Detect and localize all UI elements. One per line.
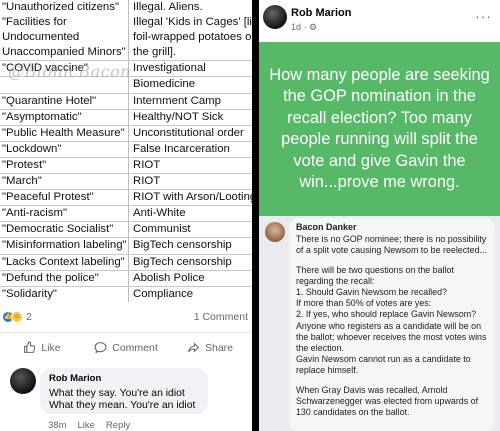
post-timestamp[interactable]: 1d · ⚙ — [291, 22, 317, 33]
commenter-name[interactable]: Rob Marion — [49, 373, 199, 386]
meme-table-row: "Solidarity" Compliance — [0, 286, 252, 302]
what-they-say-cell: "Lacks Context labeling" — [0, 254, 129, 270]
comment-label: Comment — [112, 341, 158, 354]
reply-section: Bacon Danker There is no GOP nominee; th… — [259, 216, 500, 431]
what-they-say-cell: "Asymptomatic" — [0, 109, 129, 125]
comment-line-2: What they mean. You're an idiot — [49, 400, 196, 411]
share-button[interactable]: Share — [168, 333, 252, 362]
reply-paragraph-2: There will be two questions on the ballo… — [296, 264, 487, 376]
what-they-mean-cell: Illegal 'Kids in Cages' [like — [133, 16, 252, 29]
what-they-say-cell: "Quarantine Hotel" — [0, 93, 129, 109]
meme-table-row: "Asymptomatic" Healthy/NOT Sick — [0, 109, 252, 126]
meme-table: "Unauthorized citizens" Illegal. Aliens. "… — [0, 0, 252, 302]
what-they-mean-cell: BigTech censorship — [133, 255, 232, 268]
what-they-say-cell: "Public Health Measure" — [0, 125, 129, 141]
reply-bubble: Bacon Danker There is no GOP nominee; th… — [289, 218, 495, 431]
what-they-say-cell: "Unauthorized citizens" — [0, 0, 129, 16]
meme-table-row: "Unauthorized citizens" Illegal. Aliens. — [0, 0, 252, 16]
what-they-mean-cell: Investigational — [133, 62, 206, 75]
what-they-mean-cell: Anti-White — [133, 207, 186, 220]
what-they-say-cell: "Misinformation labeling" — [0, 238, 129, 254]
commenter-avatar[interactable] — [10, 368, 36, 394]
what-they-mean-cell: Communist — [133, 223, 191, 236]
meme-table-row: "Lacks Context labeling" BigTech censorsh… — [0, 254, 252, 271]
meme-table-row: Unaccompanied Minors" the grill]. — [0, 45, 252, 62]
what-they-mean-cell: RIOT — [133, 175, 161, 188]
meme-table-row: "Peaceful Protest" RIOT with Arson/Lootin… — [0, 190, 252, 207]
meme-table-row: "March" RIOT — [0, 174, 252, 191]
post-card-text: How many people are seeking the GOP nomi… — [269, 65, 490, 192]
comment-bubble: Rob Marion What they say. You're an idio… — [40, 368, 208, 414]
meme-table-row: "Democratic Socialist" Communist — [0, 222, 252, 239]
what-they-mean-cell: BigTech censorship — [133, 239, 232, 252]
left-post-panel: "Unauthorized citizens" Illegal. Aliens. "… — [0, 0, 252, 431]
haha-reaction-icon: ☺ — [11, 311, 23, 323]
meme-table-row: "Anti-racism" Anti-White — [0, 206, 252, 223]
what-they-say-cell: "Defund the police" — [0, 270, 129, 286]
what-they-say-cell: "Facilities for — [0, 15, 129, 31]
what-they-mean-cell: RIOT — [133, 158, 161, 171]
what-they-mean-cell: Illegal. Aliens. — [133, 1, 203, 13]
reply-paragraph-1: There is no GOP nominee; there is no pos… — [296, 234, 487, 256]
what-they-say-cell: "Anti-racism" — [0, 206, 129, 222]
what-they-mean-cell: Internment Camp — [133, 94, 221, 107]
meme-table-row: "Lockdown" False Incarceration — [0, 141, 252, 158]
comment-reply-link[interactable]: Reply — [106, 420, 130, 431]
like-button[interactable]: Like — [0, 333, 84, 362]
reply-paragraph-3: When Gray Davis was recalled, Arnold Sch… — [296, 384, 479, 418]
meme-table-row: Undocumented foil-wrapped potatoes on — [0, 30, 252, 46]
what-they-mean-cell: Biomedicine — [133, 78, 196, 91]
meme-table-row: "Public Health Measure" Unconstitutional … — [0, 125, 252, 142]
post-action-bar: Like Comment Share — [0, 332, 252, 362]
reaction-bar: 👍 ☺ 2 1 Comment — [0, 308, 252, 328]
meme-table-row: "Defund the police" Abolish Police — [0, 270, 252, 287]
panel-divider — [252, 0, 259, 431]
watermark: @BionicBacon — [8, 62, 132, 81]
share-label: Share — [204, 341, 234, 354]
what-they-say-cell: "Protest" — [0, 157, 129, 174]
right-post-panel: Rob Marion 1d · ⚙ ··· How many people ar… — [259, 0, 500, 431]
thumbs-up-icon — [24, 341, 36, 353]
what-they-say-cell: "Peaceful Protest" — [0, 190, 129, 206]
what-they-mean-cell: foil-wrapped potatoes on — [133, 31, 252, 44]
reaction-count[interactable]: 2 — [26, 311, 32, 323]
comment-like-link[interactable]: Like — [77, 420, 94, 431]
what-they-mean-cell: Abolish Police — [133, 271, 205, 284]
what-they-say-cell: Unaccompanied Minors" — [0, 45, 129, 61]
replier-name[interactable]: Bacon Danker — [296, 222, 488, 233]
more-options-icon[interactable]: ··· — [475, 8, 492, 24]
comment-button[interactable]: Comment — [84, 333, 168, 362]
meme-table-row: "Misinformation labeling" BigTech censors… — [0, 238, 252, 255]
meme-table-row: "Facilities for Illegal 'Kids in Cages' [… — [0, 15, 252, 31]
comment-line-1: What they say. You're an idiot — [49, 387, 185, 399]
meme-table-row: "Protest" RIOT — [0, 157, 252, 175]
comment-meta: 38m Like Reply — [48, 420, 130, 431]
what-they-mean-cell: Unconstitutional order — [133, 126, 244, 139]
post-header: Rob Marion 1d · ⚙ ··· — [259, 0, 500, 38]
what-they-mean-cell: False Incarceration — [133, 142, 230, 155]
share-arrow-icon — [188, 342, 200, 353]
like-label: Like — [41, 341, 61, 354]
what-they-mean-cell: RIOT with Arson/Looting — [133, 191, 252, 204]
what-they-say-cell: Undocumented — [0, 30, 129, 46]
replier-avatar[interactable] — [265, 222, 285, 242]
meme-table-row: "Quarantine Hotel" Internment Camp — [0, 93, 252, 110]
status-background-card: How many people are seeking the GOP nomi… — [259, 42, 500, 216]
author-avatar[interactable] — [263, 5, 287, 29]
what-they-say-cell: "March" — [0, 174, 129, 190]
what-they-say-cell: "Lockdown" — [0, 141, 129, 157]
what-they-mean-cell: Compliance — [133, 287, 194, 300]
what-they-mean-cell: Healthy/NOT Sick — [133, 110, 224, 123]
comment-count-link[interactable]: 1 Comment — [194, 311, 248, 323]
comment-time[interactable]: 38m — [48, 420, 66, 431]
reaction-icons[interactable]: 👍 ☺ — [2, 311, 23, 323]
post-author[interactable]: Rob Marion — [291, 7, 352, 19]
what-they-say-cell: "Democratic Socialist" — [0, 222, 129, 238]
comment-icon — [94, 342, 107, 354]
what-they-say-cell: "Solidarity" — [0, 286, 129, 302]
what-they-mean-cell: the grill]. — [133, 46, 177, 59]
